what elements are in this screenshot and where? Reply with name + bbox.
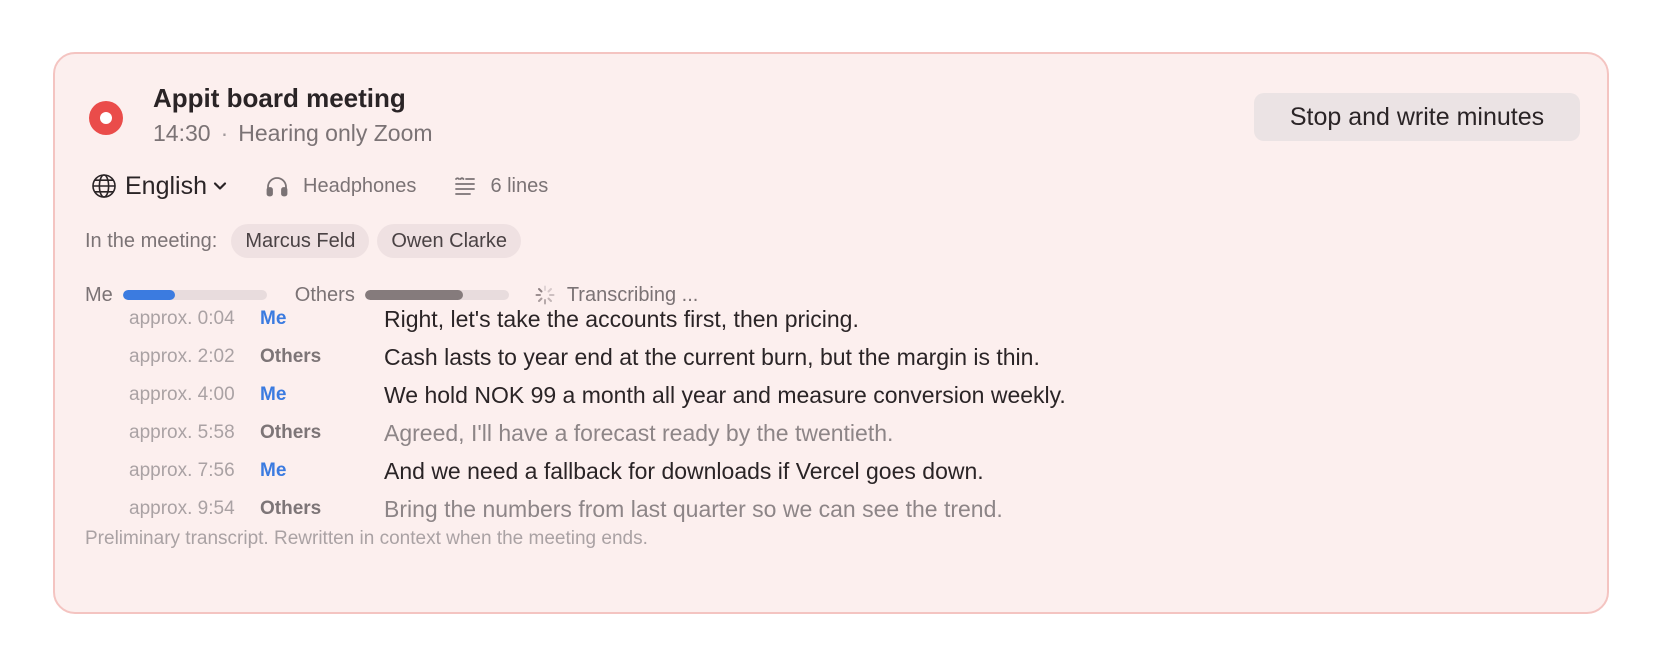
meeting-time: 14:30: [153, 120, 211, 146]
stop-and-write-minutes-button[interactable]: Stop and write minutes: [1254, 93, 1580, 141]
transcript-row: approx. 9:54 Others Bring the numbers fr…: [129, 490, 1066, 528]
transcript-text: Right, let's take the accounts first, th…: [384, 305, 859, 332]
transcript-row: approx. 4:00 Me We hold NOK 99 a month a…: [129, 376, 1066, 414]
headphones-icon: [265, 175, 289, 197]
transcript-time: approx. 5:58: [129, 422, 235, 443]
transcript-text: And we need a fallback for downloads if …: [384, 457, 984, 484]
transcript-time: approx. 7:56: [129, 460, 235, 481]
transcript-row: approx. 5:58 Others Agreed, I'll have a …: [129, 414, 1066, 452]
participants-row: In the meeting: Marcus Feld Owen Clarke: [85, 224, 529, 258]
me-level-fill: [122, 290, 175, 300]
separator: ·: [220, 120, 229, 146]
toolbar: English Headphones 6 lines: [91, 170, 548, 202]
transcript-row: approx. 7:56 Me And we need a fallback f…: [129, 452, 1066, 490]
meeting-title: Appit board meeting: [153, 83, 406, 113]
transcript-time: approx. 4:00: [129, 384, 235, 405]
participants-label: In the meeting:: [85, 229, 218, 252]
audio-source: Hearing only Zoom: [238, 120, 433, 146]
participant-chip[interactable]: Marcus Feld: [231, 224, 370, 258]
transcript-text: Bring the numbers from last quarter so w…: [384, 495, 1003, 522]
record-icon: [89, 101, 123, 135]
recording-card: Appit board meeting 14:30 · Hearing only Z…: [53, 52, 1609, 614]
transcript-text: Agreed, I'll have a forecast ready by th…: [384, 419, 894, 446]
transcript-disclaimer: Preliminary transcript. Rewritten in con…: [85, 528, 648, 549]
line-count-label: 6 lines: [490, 174, 549, 197]
participant-chip[interactable]: Owen Clarke: [377, 224, 521, 258]
audio-output: Headphones: [265, 175, 416, 198]
others-level-fill: [364, 290, 463, 300]
transcript-text: Cash lasts to year end at the current bu…: [384, 343, 1040, 370]
transcript-time: approx. 2:02: [129, 346, 235, 367]
transcript-row: approx. 0:04 Me Right, let's take the ac…: [129, 300, 1066, 338]
me-level-meter: [122, 290, 267, 300]
transcript-time: approx. 9:54: [129, 498, 235, 519]
language-selector[interactable]: English: [91, 172, 227, 201]
transcript-time: approx. 0:04: [129, 308, 235, 329]
transcript-text: We hold NOK 99 a month all year and meas…: [384, 381, 1066, 408]
globe-icon: [91, 173, 117, 199]
others-level-meter: [364, 290, 509, 300]
meeting-subtitle: 14:30 · Hearing only Zoom: [153, 120, 433, 147]
transcript-list: approx. 0:04 Me Right, let's take the ac…: [129, 300, 1066, 528]
language-label: English: [125, 171, 207, 200]
transcript-speaker: Others: [260, 422, 322, 443]
transcript-row: approx. 2:02 Others Cash lasts to year e…: [129, 338, 1066, 376]
transcript-speaker: Me: [260, 460, 287, 481]
transcript-speaker: Me: [260, 308, 287, 329]
chevron-down-icon: [213, 181, 227, 191]
transcript-speaker: Me: [260, 384, 287, 405]
transcript-speaker: Others: [260, 346, 322, 367]
audio-output-label: Headphones: [303, 174, 417, 197]
me-level-label: Me: [85, 283, 113, 306]
transcript-speaker: Others: [260, 498, 322, 519]
line-count: 6 lines: [454, 175, 548, 198]
lines-icon: [454, 176, 476, 196]
